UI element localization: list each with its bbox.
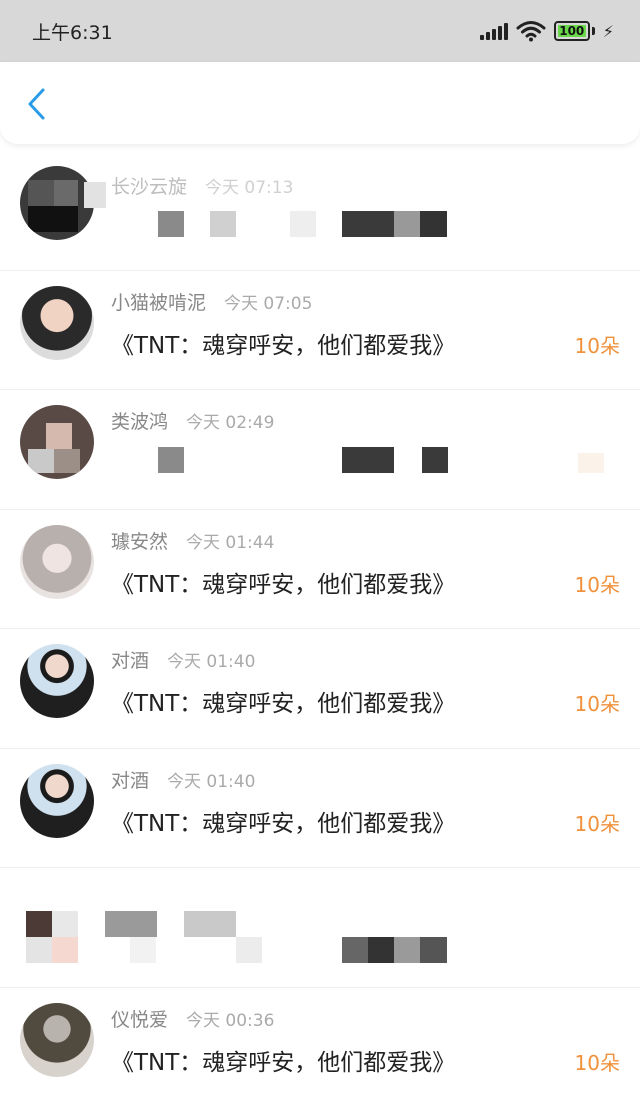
avatar[interactable]	[20, 524, 94, 599]
list-item[interactable]: 类波鸿 今天 02:49	[0, 389, 640, 509]
username-line: 对酒 今天 01:40	[111, 766, 255, 793]
timestamp: 今天 07:13	[205, 178, 294, 198]
back-button[interactable]	[18, 86, 54, 122]
status-icons: 100 ⚡	[479, 20, 614, 42]
username: 对酒	[111, 650, 150, 672]
flower-count: 10朵	[574, 692, 620, 716]
message-text: 《TNT：魂穿呼安，他们都爱我》	[111, 691, 456, 717]
timestamp: 今天 01:40	[167, 652, 256, 672]
mosaic-block	[84, 182, 106, 208]
username: 璩安然	[111, 530, 169, 553]
signal-icon	[479, 22, 508, 40]
username-line: 对酒 今天 01:40	[111, 646, 255, 673]
list-item[interactable]: 对酒 今天 01:40 《TNT：魂穿呼安，他们都爱我》 10朵	[0, 628, 640, 748]
charging-icon: ⚡	[602, 21, 614, 41]
battery-level: 100	[559, 24, 585, 38]
timestamp: 今天 00:36	[186, 1010, 275, 1031]
message-text: 《TNT：魂穿呼安，他们都爱我》	[111, 810, 456, 837]
avatar[interactable]	[20, 1002, 94, 1077]
username-line: 类波鸿 今天 02:49	[111, 407, 274, 434]
flower-count: 10朵	[574, 1050, 620, 1075]
avatar[interactable]	[20, 285, 94, 360]
status-bar: 上午6:31 100 ⚡	[0, 0, 640, 62]
gift-record-list: 长沙云旋 今天 07:13 小猫被啃泥 今天 07:05 《TNT：魂穿呼安，他…	[0, 150, 640, 1106]
avatar[interactable]	[20, 644, 94, 718]
nav-header	[0, 62, 640, 144]
avatar[interactable]	[20, 166, 94, 240]
username: 类波鸿	[111, 411, 169, 433]
flower-count: 10朵	[574, 333, 620, 358]
avatar[interactable]	[20, 405, 94, 479]
message-text: 《TNT：魂穿呼安，他们都爱我》	[111, 332, 456, 359]
wifi-icon	[516, 21, 546, 42]
username: 仪悦爱	[111, 1008, 169, 1031]
message-text: 《TNT：魂穿呼安，他们都爱我》	[111, 1049, 456, 1076]
username: 对酒	[111, 769, 150, 792]
username-line: 小猫被啃泥 今天 07:05	[111, 288, 312, 315]
username-line: 长沙云旋 今天 07:13	[111, 172, 293, 199]
status-time: 上午6:31	[32, 21, 113, 44]
list-item[interactable]: 长沙云旋 今天 07:13	[0, 150, 640, 270]
username-line: 璩安然 今天 01:44	[111, 527, 274, 554]
flower-count: 10朵	[574, 811, 620, 836]
username: 小猫被啃泥	[111, 291, 207, 314]
username-line: 仪悦爱 今天 00:36	[111, 1005, 274, 1032]
list-item[interactable]: 璩安然 今天 01:44 《TNT：魂穿呼安，他们都爱我》 10朵	[0, 508, 640, 629]
battery-icon: 100	[553, 21, 590, 41]
timestamp: 今天 07:05	[224, 293, 313, 314]
list-item[interactable]: 对酒 今天 01:40 《TNT：魂穿呼安，他们都爱我》 10朵	[0, 747, 640, 868]
list-item[interactable]: 小猫被啃泥 今天 07:05 《TNT：魂穿呼安，他们都爱我》 10朵	[0, 269, 640, 390]
chevron-left-icon	[28, 88, 45, 120]
timestamp: 今天 01:44	[186, 532, 275, 553]
battery-cap	[591, 27, 595, 35]
timestamp: 今天 01:40	[167, 771, 256, 792]
timestamp: 今天 02:49	[186, 413, 275, 433]
avatar[interactable]	[20, 763, 94, 838]
flower-count: 10朵	[574, 572, 620, 597]
list-item[interactable]	[0, 867, 640, 987]
message-text: 《TNT：魂穿呼安，他们都爱我》	[111, 571, 456, 598]
username: 长沙云旋	[111, 176, 188, 198]
list-item[interactable]: 仪悦爱 今天 00:36 《TNT：魂穿呼安，他们都爱我》 10朵	[0, 986, 640, 1107]
